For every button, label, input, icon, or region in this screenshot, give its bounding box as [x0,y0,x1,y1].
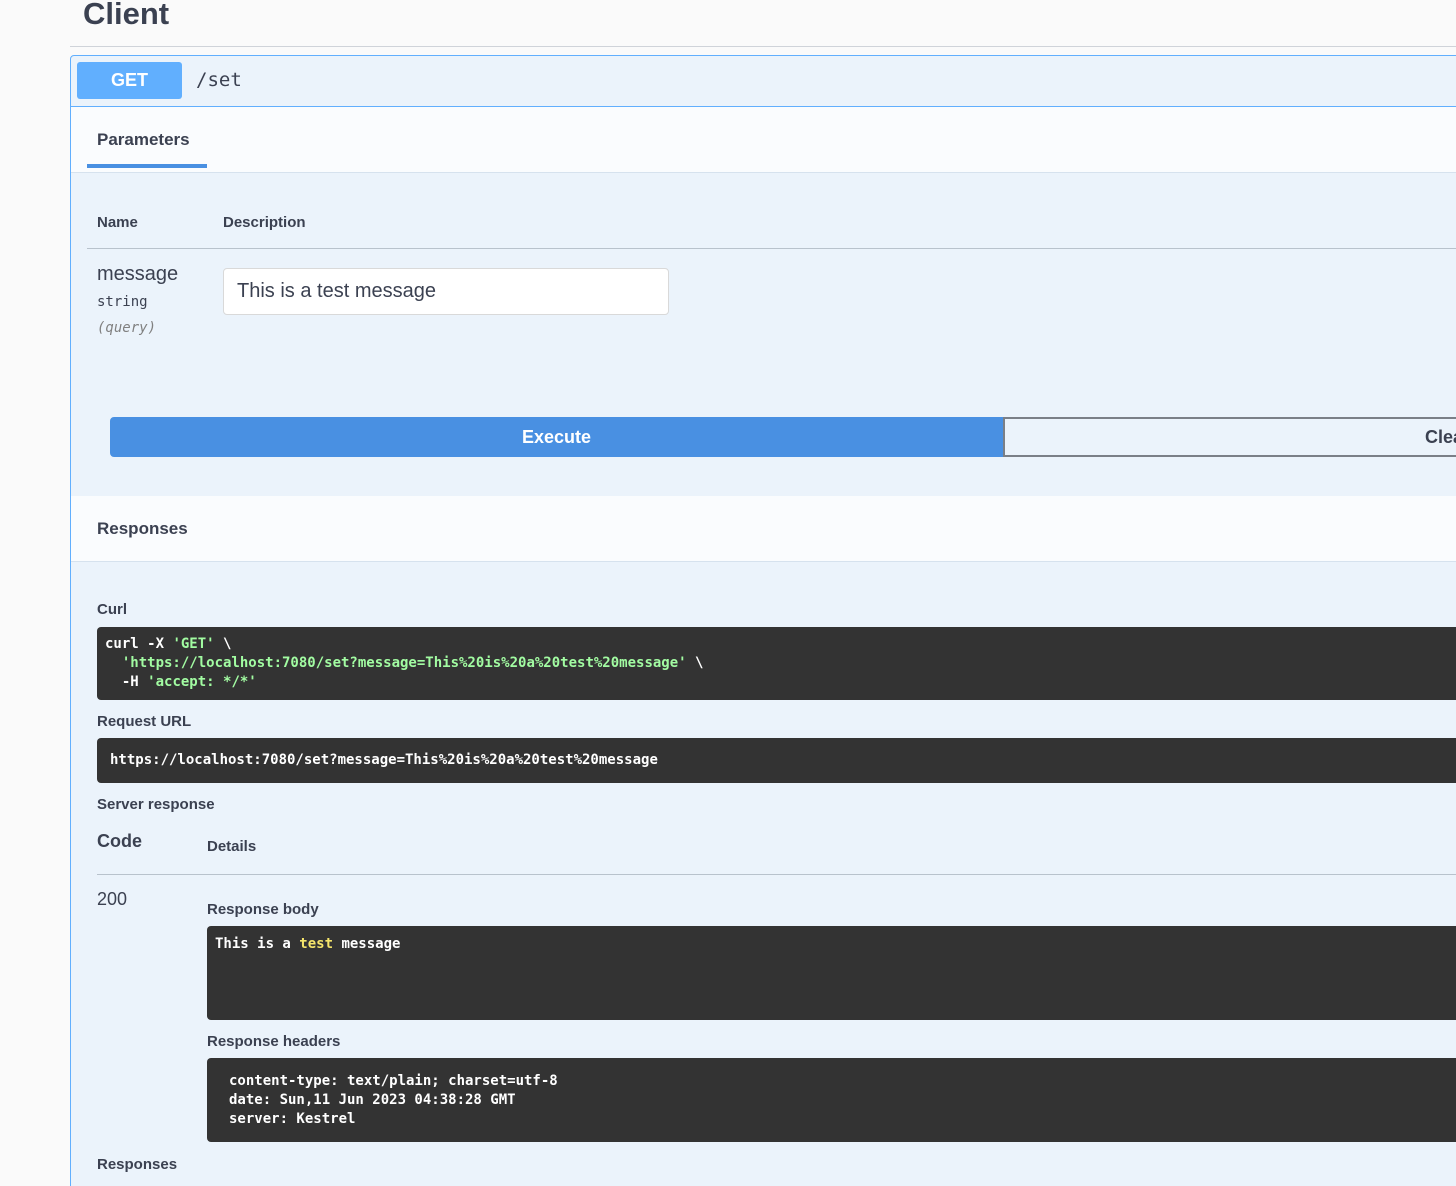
parameters-tab-header: Parameters [71,107,1456,173]
response-table-divider [97,874,1456,875]
responses-title: Responses [97,519,188,539]
server-response-label: Server response [97,796,215,813]
responses-footer-label: Responses [97,1156,177,1173]
clear-button[interactable]: Clear [1003,417,1456,457]
responses-header: Responses [71,496,1456,562]
status-code: 200 [97,889,127,910]
swagger-page: Client GET /set Parameters Name Descript… [0,0,1456,1186]
request-url-label: Request URL [97,713,191,730]
param-column-description: Description [223,214,306,231]
execute-button[interactable]: Execute [110,417,1003,457]
tab-active-indicator [87,164,207,168]
curl-label: Curl [97,601,127,618]
param-type: string [97,294,148,310]
param-name: message [97,263,178,286]
response-headers-label: Response headers [207,1033,340,1050]
code-column-header: Code [97,831,142,852]
operation-summary[interactable]: GET /set [71,56,1456,107]
param-header-divider [87,248,1456,249]
param-location: (query) [97,320,156,336]
section-title[interactable]: Client [83,0,169,32]
clear-button-label: Clear [1425,419,1456,455]
curl-code-block[interactable]: curl -X 'GET' \ 'https://localhost:7080/… [97,627,1456,700]
operation-path[interactable]: /set [196,69,242,91]
tab-parameters[interactable]: Parameters [97,130,190,150]
request-url-block[interactable]: https://localhost:7080/set?message=This%… [97,738,1456,783]
param-column-name: Name [97,214,138,231]
details-column-header: Details [207,838,256,855]
response-headers-block[interactable]: content-type: text/plain; charset=utf-8 … [207,1058,1456,1142]
response-body-block[interactable]: This is a test message [207,926,1456,1020]
section-divider [70,46,1456,47]
response-body-label: Response body [207,901,319,918]
method-badge[interactable]: GET [77,62,182,99]
message-input[interactable] [223,268,669,315]
operation-block-get: GET /set Parameters Name Description mes… [70,55,1456,1186]
